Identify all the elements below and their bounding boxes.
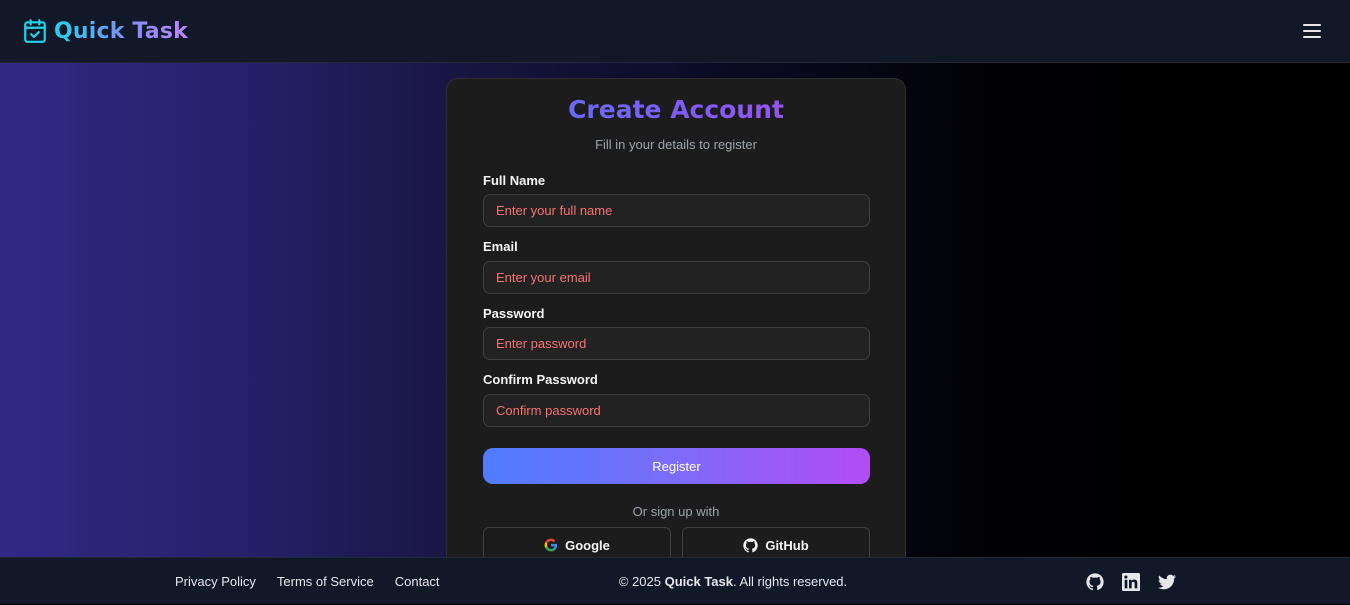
google-icon (544, 538, 558, 552)
privacy-policy-link[interactable]: Privacy Policy (175, 574, 256, 589)
password-input[interactable] (483, 327, 870, 360)
google-label: Google (565, 537, 610, 553)
register-button[interactable]: Register (483, 448, 870, 484)
full-name-input[interactable] (483, 194, 870, 227)
calendar-check-icon (24, 19, 46, 43)
footer-links: Privacy Policy Terms of Service Contact (175, 558, 440, 605)
page-subtitle: Fill in your details to register (595, 137, 757, 152)
github-icon[interactable] (1086, 573, 1104, 591)
brand-name: Quick Task (54, 18, 188, 44)
email-input[interactable] (483, 261, 870, 294)
copyright-prefix: © 2025 (618, 574, 665, 589)
github-label: GitHub (765, 537, 809, 553)
footer: © 2025 Quick Task. All rights reserved. … (0, 557, 1350, 604)
email-label: Email (483, 239, 518, 254)
navbar: Quick Task (0, 0, 1350, 63)
register-card: Create Account Fill in your details to r… (446, 78, 906, 578)
terms-of-service-link[interactable]: Terms of Service (277, 574, 374, 589)
github-icon (743, 537, 759, 552)
copyright-brand: Quick Task (664, 574, 733, 589)
full-name-label: Full Name (483, 173, 546, 188)
twitter-icon[interactable] (1158, 573, 1176, 591)
contact-link[interactable]: Contact (395, 574, 440, 589)
page-title: Create Account (447, 95, 905, 124)
or-sign-up-text: Or sign up with (632, 504, 720, 519)
linkedin-icon[interactable] (1122, 573, 1140, 591)
confirm-password-input[interactable] (483, 394, 870, 427)
social-links (1086, 573, 1176, 591)
copyright-suffix: . All rights reserved. (732, 574, 848, 589)
confirm-password-label: Confirm Password (483, 372, 598, 387)
password-label: Password (483, 306, 545, 321)
hamburger-menu-icon[interactable] (1303, 24, 1321, 38)
brand-logo[interactable]: Quick Task (22, 18, 188, 44)
